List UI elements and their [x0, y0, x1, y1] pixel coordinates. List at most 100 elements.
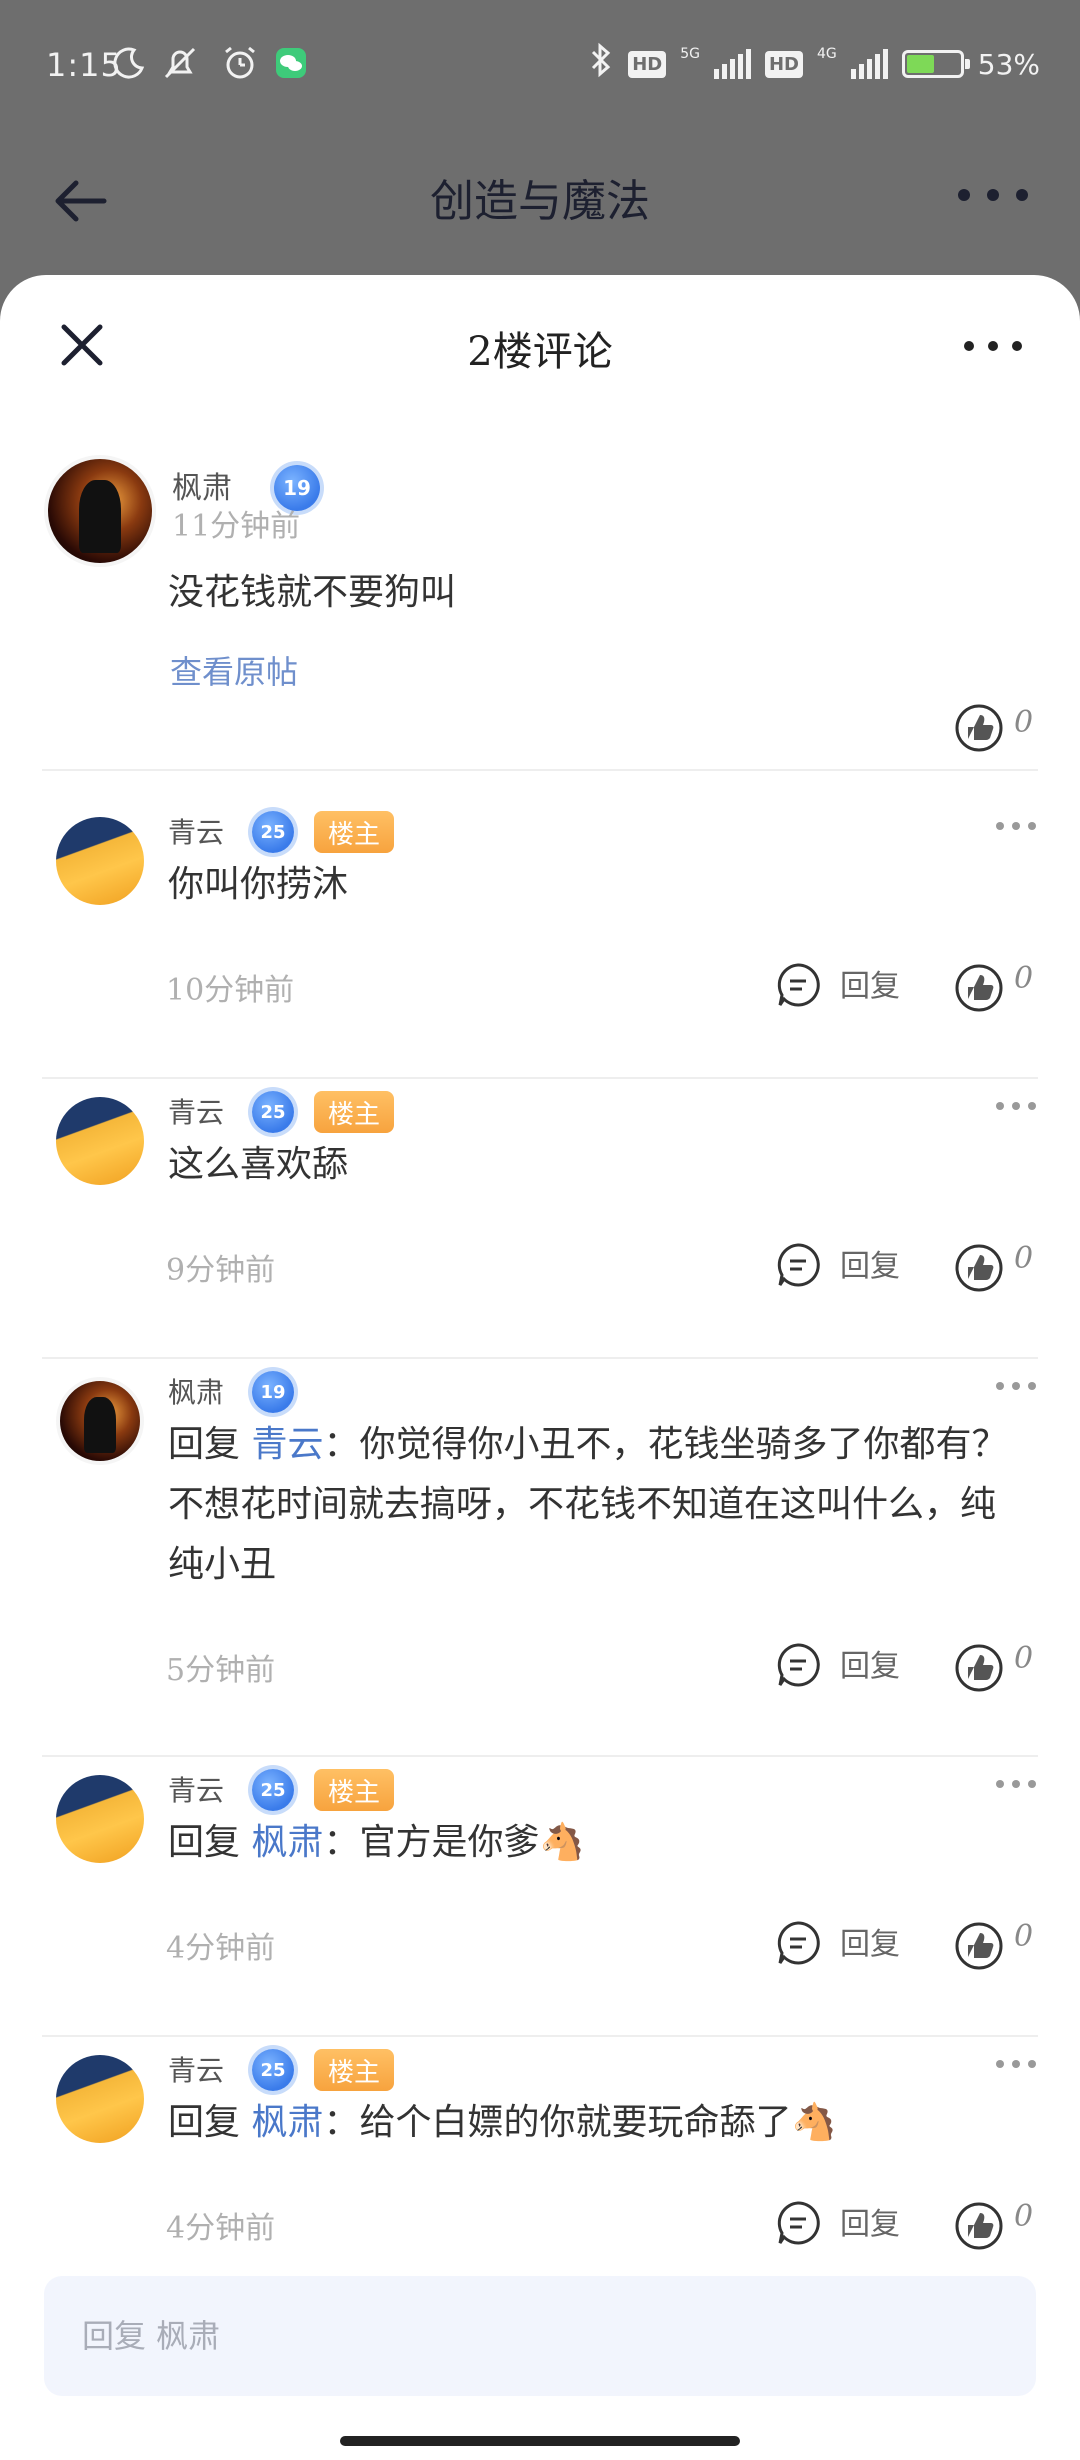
reply-author[interactable]: 青云 [168, 811, 224, 851]
level-badge: 19 [252, 1371, 294, 1413]
hd-badge: HD [628, 50, 667, 78]
divider [42, 1077, 1038, 1079]
reply-button[interactable]: 回复 [840, 2199, 900, 2243]
reply-bubble-icon[interactable] [774, 1241, 822, 1289]
status-right-group: HD 5G HD 4G 53% [588, 42, 1040, 86]
sheet-header: 2楼评论 [0, 275, 1080, 415]
reply-button[interactable]: 回复 [840, 1919, 900, 1963]
reply-body: ：给个白嫖的你就要玩命舔了🐴 [323, 2102, 837, 2143]
sheet-title: 2楼评论 [467, 329, 613, 375]
sheet-more-icon[interactable] [964, 331, 1022, 361]
reply-text: 回复 枫肃：官方是你爹🐴 [168, 1813, 1018, 1873]
bluetooth-icon [588, 42, 614, 86]
signal-bars-icon-2 [850, 49, 888, 79]
reply-prefix: 回复 [168, 1424, 252, 1465]
avatar[interactable] [56, 1775, 144, 1863]
level-badge: 25 [252, 1091, 294, 1133]
reply-text: 你叫你捞沐 [168, 855, 1018, 915]
network-5g: 5G [680, 46, 700, 62]
view-original-link[interactable]: 查看原帖 [170, 647, 298, 693]
alarm-icon [220, 44, 260, 82]
reply-time: 9分钟前 [166, 1253, 276, 1288]
reply-prefix: 回复 [168, 2102, 252, 2143]
owner-tag: 楼主 [314, 2049, 395, 2091]
divider [42, 2035, 1038, 2037]
main-comment: 枫肃 19 11分钟前 没花钱就不要狗叫 查看原帖 0 [0, 455, 1080, 752]
avatar[interactable] [56, 1377, 144, 1465]
like-count: 0 [1014, 1919, 1034, 1954]
reply-item: 枫肃 19 回复 青云：你觉得你小丑不，花钱坐骑多了你都有？不想花时间就去搞呀，… [0, 1363, 1080, 1761]
reply-more-icon[interactable] [996, 1379, 1036, 1393]
reply-text: 这么喜欢舔 [168, 1135, 1018, 1195]
like-count: 0 [1014, 1241, 1034, 1276]
reply-button[interactable]: 回复 [840, 961, 900, 1005]
reply-time: 5分钟前 [166, 1653, 276, 1688]
wechat-icon [274, 44, 308, 82]
like-icon[interactable] [954, 703, 1004, 753]
avatar[interactable] [56, 1097, 144, 1185]
like-icon[interactable] [954, 1243, 1004, 1293]
app-header: 创造与魔法 [0, 135, 1080, 275]
divider [42, 1357, 1038, 1359]
owner-tag: 楼主 [314, 811, 395, 853]
comment-text: 没花钱就不要狗叫 [168, 572, 457, 613]
avatar[interactable] [56, 817, 144, 905]
reply-more-icon[interactable] [996, 1099, 1036, 1113]
reply-author[interactable]: 枫肃 [168, 1371, 224, 1411]
like-count: 0 [1014, 1641, 1034, 1676]
reply-button[interactable]: 回复 [840, 1241, 900, 1285]
reply-item: 青云 25 楼主 回复 枫肃：给个白嫖的你就要玩命舔了🐴 4分钟前 回复 0 [0, 2041, 1080, 2271]
like-icon[interactable] [954, 2201, 1004, 2251]
reply-mention[interactable]: 枫肃 [251, 1822, 323, 1863]
mute-icon [160, 44, 200, 82]
level-badge: 25 [252, 2049, 294, 2091]
status-time: 1:15 [46, 46, 122, 84]
avatar[interactable] [56, 2055, 144, 2143]
level-badge: 25 [252, 1769, 294, 1811]
reply-input[interactable] [44, 2276, 1036, 2396]
reply-bubble-icon[interactable] [774, 1641, 822, 1689]
reply-text: 回复 枫肃：给个白嫖的你就要玩命舔了🐴 [168, 2093, 1018, 2153]
comment-time: 11分钟前 [172, 509, 301, 544]
reply-mention[interactable]: 枫肃 [251, 2102, 323, 2143]
battery-fill [906, 55, 935, 73]
divider [42, 769, 1038, 771]
reply-author[interactable]: 青云 [168, 1091, 224, 1131]
network-4g: 4G [817, 46, 837, 62]
avatar[interactable] [44, 455, 156, 567]
like-icon[interactable] [954, 1643, 1004, 1693]
like-count: 0 [1014, 2199, 1034, 2234]
hd-badge-2: HD [764, 50, 803, 78]
battery-percent: 53% [977, 47, 1040, 81]
owner-tag: 楼主 [314, 1091, 395, 1133]
reply-more-icon[interactable] [996, 1777, 1036, 1791]
battery-icon [901, 50, 970, 78]
reply-body: 这么喜欢舔 [168, 1144, 349, 1185]
reply-prefix: 回复 [168, 1822, 252, 1863]
moon-icon [112, 44, 146, 82]
owner-tag: 楼主 [314, 1769, 395, 1811]
reply-author[interactable]: 青云 [168, 2049, 224, 2089]
like-icon[interactable] [954, 963, 1004, 1013]
reply-bubble-icon[interactable] [774, 2199, 822, 2247]
reply-text: 回复 青云：你觉得你小丑不，花钱坐骑多了你都有？不想花时间就去搞呀，不花钱不知道… [168, 1415, 1018, 1595]
reply-time: 4分钟前 [166, 2211, 276, 2246]
reply-body: ：官方是你爹🐴 [323, 1822, 585, 1863]
reply-bubble-icon[interactable] [774, 1919, 822, 1967]
app-title: 创造与魔法 [430, 176, 650, 227]
reply-mention[interactable]: 青云 [251, 1424, 323, 1465]
reply-more-icon[interactable] [996, 2057, 1036, 2071]
status-bar: 1:15 HD 5G HD 4G 53% [0, 0, 1080, 135]
more-menu-icon[interactable] [958, 175, 1028, 215]
reply-item: 青云 25 楼主 回复 枫肃：官方是你爹🐴 4分钟前 回复 0 [0, 1761, 1080, 2041]
reply-more-icon[interactable] [996, 819, 1036, 833]
reply-bubble-icon[interactable] [774, 961, 822, 1009]
reply-author[interactable]: 青云 [168, 1769, 224, 1809]
like-icon[interactable] [954, 1921, 1004, 1971]
reply-button[interactable]: 回复 [840, 1641, 900, 1685]
reply-time: 4分钟前 [166, 1931, 276, 1966]
reply-body: 你叫你捞沐 [168, 864, 349, 905]
reply-time: 10分钟前 [166, 973, 295, 1008]
reply-item: 青云 25 楼主 这么喜欢舔 9分钟前 回复 0 [0, 1083, 1080, 1363]
comment-sheet: 2楼评论 枫肃 19 11分钟前 没花钱就不要狗叫 查看原帖 0 青云 25 楼… [0, 275, 1080, 2460]
